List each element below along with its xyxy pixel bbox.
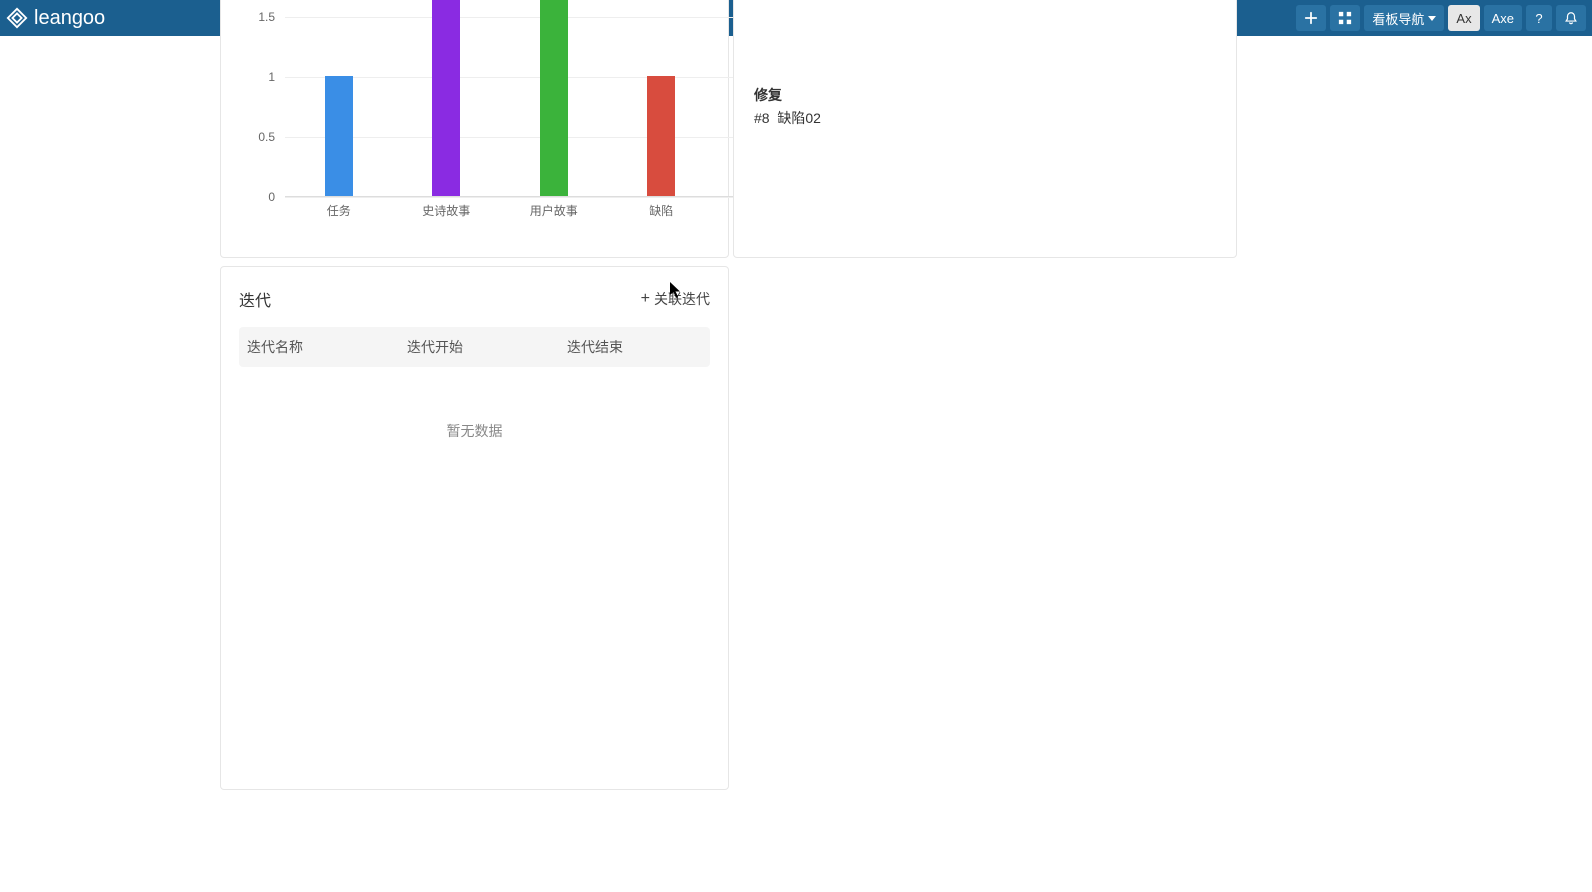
chart-y-axis: 00.511.52	[249, 0, 279, 197]
col-iteration-start: 迭代开始	[407, 337, 567, 357]
content-area: 00.511.52 任务史诗故事用户故事缺陷 修复 #8 缺陷02 迭代 + 关…	[0, 36, 1592, 892]
question-icon: ?	[1535, 11, 1542, 26]
iterations-empty-text: 暂无数据	[239, 421, 710, 441]
chart-bar[interactable]	[647, 76, 675, 196]
y-tick-label: 1.5	[258, 10, 275, 24]
notifications-button[interactable]	[1556, 5, 1586, 31]
col-iteration-end: 迭代结束	[567, 337, 702, 357]
leangoo-logo-icon	[6, 7, 28, 29]
plus-icon	[1304, 11, 1318, 25]
y-tick-label: 1	[268, 70, 275, 84]
topbar-actions: 看板导航 Ax Axe ?	[1296, 5, 1586, 31]
y-tick-label: 0	[268, 190, 275, 204]
item-name: 缺陷02	[777, 110, 821, 126]
ax-button[interactable]: Ax	[1448, 5, 1479, 31]
brand-text: leangoo	[34, 7, 105, 30]
iterations-header: 迭代 + 关联迭代	[239, 287, 710, 311]
x-tick-label: 史诗故事	[422, 202, 470, 219]
col-iteration-name: 迭代名称	[247, 337, 407, 357]
iterations-card: 迭代 + 关联迭代 迭代名称 迭代开始 迭代结束 暂无数据	[220, 266, 729, 790]
item-status: 修复	[754, 85, 1216, 105]
y-tick-label: 0.5	[258, 130, 275, 144]
chart-bar[interactable]	[540, 0, 568, 196]
right-panel-card: 修复 #8 缺陷02	[733, 0, 1237, 258]
x-tick-label: 缺陷	[649, 202, 673, 219]
add-button[interactable]	[1296, 5, 1326, 31]
item-subtitle: #8 缺陷02	[754, 108, 1216, 128]
iterations-title: 迭代	[239, 287, 271, 311]
chart-bar[interactable]	[432, 0, 460, 196]
link-iteration-button[interactable]: + 关联迭代	[641, 289, 710, 309]
board-nav-label: 看板导航	[1372, 9, 1424, 28]
apps-button[interactable]	[1330, 5, 1360, 31]
axe-button[interactable]: Axe	[1484, 5, 1522, 31]
plus-icon: +	[641, 291, 650, 307]
x-tick-label: 用户故事	[530, 202, 578, 219]
chart-bar[interactable]	[325, 76, 353, 196]
caret-down-icon	[1428, 16, 1436, 21]
help-button[interactable]: ?	[1526, 5, 1552, 31]
item-ref: #8	[754, 110, 770, 126]
grid-icon	[1338, 11, 1352, 25]
iterations-table-header: 迭代名称 迭代开始 迭代结束	[239, 327, 710, 367]
chart-card: 00.511.52 任务史诗故事用户故事缺陷	[220, 0, 729, 258]
bar-chart: 00.511.52 任务史诗故事用户故事缺陷	[255, 0, 744, 227]
x-tick-label: 任务	[327, 202, 351, 219]
board-nav-button[interactable]: 看板导航	[1364, 5, 1444, 31]
chart-plot-area	[285, 0, 734, 197]
link-iteration-label: 关联迭代	[654, 289, 710, 309]
bell-icon	[1564, 11, 1578, 25]
brand-logo[interactable]: leangoo	[6, 7, 105, 30]
defect-item[interactable]: 修复 #8 缺陷02	[754, 85, 1216, 128]
